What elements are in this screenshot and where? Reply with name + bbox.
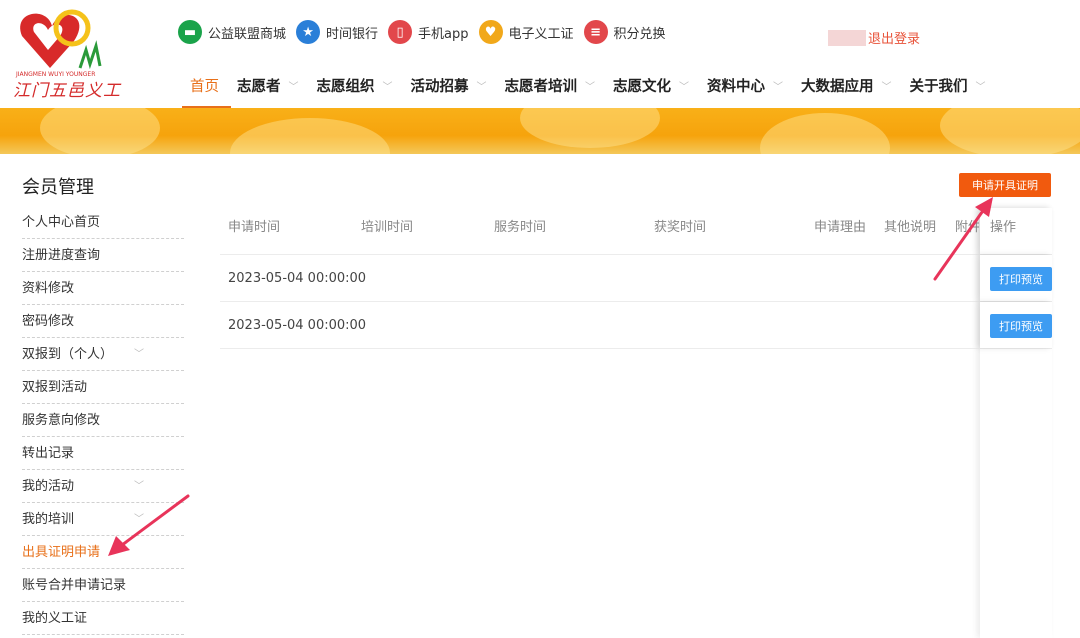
quicklink-time-bank[interactable]: ★ 时间银行 <box>296 20 378 44</box>
sidebar-item-my-volunteer-card[interactable]: 我的义工证 <box>22 602 184 635</box>
quicklink-label: 时间银行 <box>326 26 379 42</box>
site-logo[interactable]: JIANGMEN WUYI YOUNGER 江门五邑义工 <box>12 6 122 104</box>
column-header: 培训时间 <box>361 220 414 235</box>
quicklink-label: 积分兑换 <box>613 26 666 42</box>
quicklinks-bar: ▬ 公益联盟商城 ★ 时间银行 ▯ 手机app ♥ 电子义工证 ≡ 积分兑换 <box>178 20 676 44</box>
sidebar-item-dual-report-personal[interactable]: 双报到（个人） ﹀ <box>22 338 184 371</box>
sidebar-item-label: 服务意向修改 <box>22 413 101 428</box>
sidebar-item-registration-progress[interactable]: 注册进度查询 <box>22 239 184 272</box>
logo-text: 江门五邑义工 <box>13 81 121 101</box>
sidebar-item-label: 出具证明申请 <box>22 545 101 560</box>
nav-organization[interactable]: 志愿组织 ﹀ <box>317 70 393 100</box>
sidebar-item-profile-home[interactable]: 个人中心首页 <box>22 206 184 239</box>
chevron-down-icon: ﹀ <box>382 81 393 93</box>
sidebar-item-edit-profile[interactable]: 资料修改 <box>22 272 184 305</box>
chevron-down-icon: ﹀ <box>585 81 595 93</box>
chevron-down-icon: ﹀ <box>773 81 783 93</box>
column-header: 服务时间 <box>494 220 547 235</box>
quicklink-label: 手机app <box>418 26 469 42</box>
star-icon: ★ <box>296 20 321 44</box>
print-preview-button[interactable]: 打印预览 <box>990 314 1052 338</box>
sidebar-item-dual-report-activities[interactable]: 双报到活动 <box>22 371 184 404</box>
username-redacted <box>828 29 866 46</box>
shop-icon: ▬ <box>178 20 202 44</box>
nav-recruitment[interactable]: 活动招募 ﹀ <box>411 70 487 100</box>
user-area: 退出登录 <box>828 28 920 47</box>
column-header: 获奖时间 <box>654 220 707 235</box>
column-header: 申请理由 <box>814 220 867 235</box>
chevron-down-icon: ﹀ <box>881 81 892 93</box>
sidebar-item-label: 双报到活动 <box>22 380 88 395</box>
apply-time-cell: 2023-05-04 00:00:00 <box>228 271 367 286</box>
sidebar-item-label: 注册进度查询 <box>22 248 101 263</box>
nav-culture[interactable]: 志愿文化 ﹀ <box>613 70 689 100</box>
sidebar-item-label: 双报到（个人） <box>22 347 114 362</box>
annotation-arrow-icon <box>933 197 993 281</box>
nav-big-data[interactable]: 大数据应用 ﹀ <box>801 70 892 100</box>
nav-label: 志愿组织 <box>316 78 375 95</box>
main-nav: 首页 志愿者 ﹀ 志愿组织 ﹀ 活动招募 ﹀ 志愿者培训 ﹀ 志愿文化 ﹀ 资料中心 ﹀ 大… <box>182 70 1004 108</box>
heart-badge-icon: ♥ <box>478 20 503 44</box>
nav-label: 志愿文化 <box>613 78 671 95</box>
site-header: JIANGMEN WUYI YOUNGER 江门五邑义工 ▬ 公益联盟商城 ★ … <box>0 0 1080 108</box>
print-preview-button[interactable]: 打印预览 <box>990 267 1052 291</box>
chevron-down-icon: ﹀ <box>975 81 986 93</box>
sidebar-item-label: 我的培训 <box>22 512 75 527</box>
header-banner <box>0 108 1080 154</box>
phone-icon: ▯ <box>388 20 413 44</box>
sidebar-item-label: 密码修改 <box>22 314 75 329</box>
nav-training[interactable]: 志愿者培训 ﹀ <box>505 70 596 100</box>
apply-certificate-button[interactable]: 申请开具证明 <box>959 173 1051 197</box>
member-sidebar: 会员管理 个人中心首页 注册进度查询 资料修改 密码修改 双报到（个人） ﹀ 双报… <box>22 170 184 635</box>
quicklink-shop[interactable]: ▬ 公益联盟商城 <box>178 20 286 44</box>
chevron-down-icon: ﹀ <box>476 81 487 93</box>
nav-label: 志愿者培训 <box>504 78 578 95</box>
sidebar-item-label: 我的义工证 <box>22 611 88 626</box>
quicklink-points-exchange[interactable]: ≡ 积分兑换 <box>583 20 666 44</box>
nav-label: 首页 <box>190 78 219 95</box>
sidebar-item-label: 我的活动 <box>22 479 75 494</box>
quicklink-label: 公益联盟商城 <box>208 26 287 42</box>
nav-label: 关于我们 <box>909 78 968 95</box>
chevron-down-icon: ﹀ <box>288 81 299 93</box>
logo-heart-icon <box>20 9 102 70</box>
sidebar-item-label: 资料修改 <box>22 281 75 296</box>
sidebar-item-account-merge-records[interactable]: 账号合并申请记录 <box>22 569 184 602</box>
chevron-down-icon: ﹀ <box>679 81 689 93</box>
nav-label: 活动招募 <box>410 78 469 95</box>
chevron-down-icon: ﹀ <box>134 349 144 360</box>
logout-link[interactable]: 退出登录 <box>868 28 920 47</box>
table-row: 2023-05-04 00:00:00 打印预览 <box>220 302 1052 349</box>
quicklink-label: 电子义工证 <box>508 26 574 42</box>
sidebar-title: 会员管理 <box>22 177 94 198</box>
sidebar-item-label: 账号合并申请记录 <box>22 578 127 593</box>
nav-label: 志愿者 <box>237 78 281 95</box>
annotation-arrow-icon <box>108 494 190 556</box>
coins-icon: ≡ <box>583 20 608 44</box>
apply-time-cell: 2023-05-04 00:00:00 <box>228 318 367 333</box>
column-header: 申请时间 <box>228 220 281 235</box>
nav-resources[interactable]: 资料中心 ﹀ <box>707 70 783 100</box>
sidebar-item-transfer-records[interactable]: 转出记录 <box>22 437 184 470</box>
nav-home[interactable]: 首页 <box>182 70 231 108</box>
nav-about[interactable]: 关于我们 ﹀ <box>910 70 986 100</box>
sidebar-item-label: 个人中心首页 <box>22 215 101 230</box>
sidebar-item-service-intention[interactable]: 服务意向修改 <box>22 404 184 437</box>
nav-volunteer[interactable]: 志愿者 ﹀ <box>237 70 299 100</box>
quicklink-e-volunteer-card[interactable]: ♥ 电子义工证 <box>478 20 574 44</box>
sidebar-item-label: 转出记录 <box>22 446 75 461</box>
sidebar-item-change-password[interactable]: 密码修改 <box>22 305 184 338</box>
nav-label: 大数据应用 <box>801 78 874 95</box>
quicklink-mobile-app[interactable]: ▯ 手机app <box>388 20 469 44</box>
nav-label: 资料中心 <box>707 78 765 95</box>
